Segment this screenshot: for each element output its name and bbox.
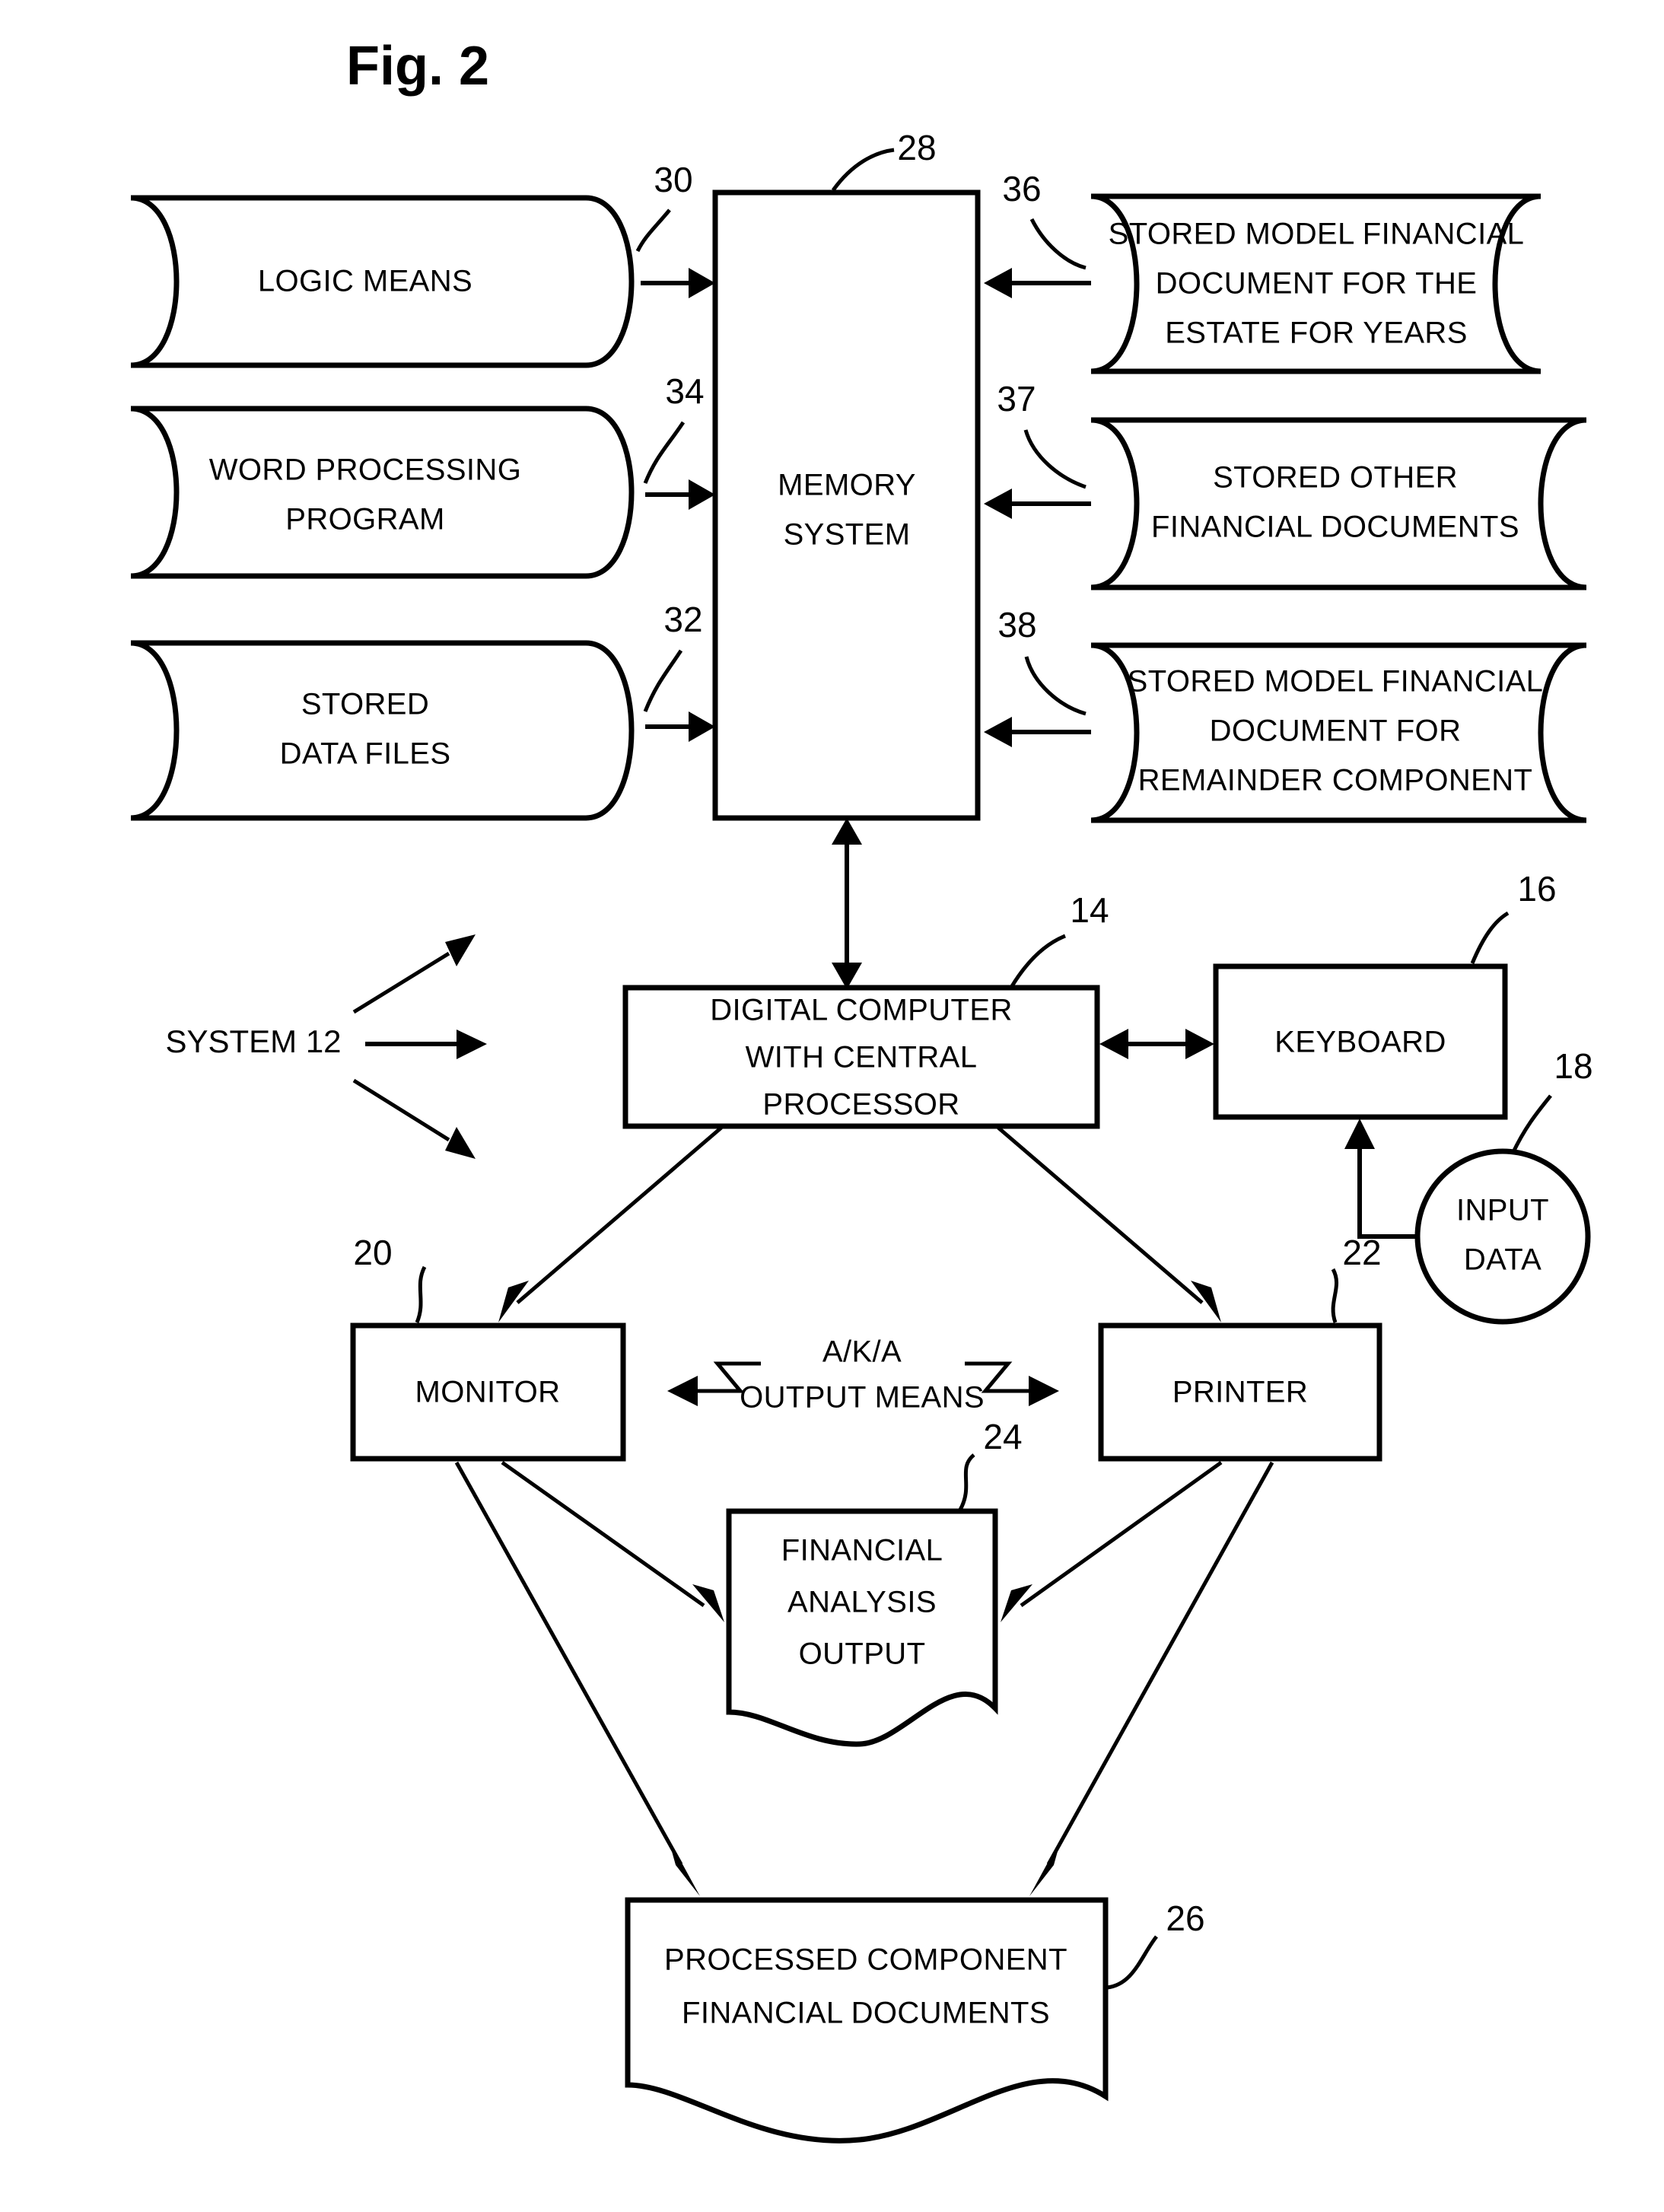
- financial-analysis-output-label-line2: ANALYSIS: [787, 1586, 937, 1619]
- printer-analysis-connector: [1020, 1460, 1223, 1608]
- monitor-label: MONITOR: [415, 1376, 561, 1409]
- digital-computer-label-line1: DIGITAL COMPUTER: [710, 994, 1013, 1027]
- digital-computer-label-line3: PROCESSOR: [762, 1088, 959, 1122]
- monitor-analysis-connector: [501, 1460, 705, 1608]
- stored-model-estate-label-line1: STORED MODEL FINANCIAL: [1109, 218, 1525, 251]
- word-processing-program-leader: [643, 421, 686, 484]
- logic-means-ref: 30: [654, 160, 692, 199]
- input-data-ref: 18: [1554, 1046, 1592, 1086]
- input-data-keyboard-arrowhead: [1344, 1119, 1375, 1149]
- stored-model-estate-ref: 36: [1002, 169, 1041, 208]
- computer-monitor-connector: [516, 1126, 723, 1304]
- logic-means-label: LOGIC MEANS: [258, 265, 472, 298]
- system-arrow-mid-head: [457, 1030, 487, 1059]
- processed-component-documents-label-line1: PROCESSED COMPONENT: [664, 1943, 1067, 1977]
- input-data-label-line2: DATA: [1464, 1243, 1542, 1277]
- stored-data-files-ref: 32: [663, 600, 702, 639]
- word-processing-program-arrowhead: [689, 479, 715, 510]
- system-arrow-up-line: [352, 951, 450, 1014]
- stored-data-files-leader: [643, 649, 683, 712]
- financial-analysis-output-ref: 24: [983, 1417, 1022, 1456]
- stored-model-estate-leader: [1029, 218, 1087, 270]
- stored-model-estate-label-line3: ESTATE FOR YEARS: [1165, 317, 1468, 350]
- digital-computer-ref: 14: [1070, 890, 1109, 930]
- stored-other-financial-documents-leader: [1023, 429, 1087, 489]
- printer-analysis-arrowhead: [1001, 1584, 1032, 1622]
- output-means-label-line2: OUTPUT MEANS: [740, 1381, 985, 1415]
- word-processing-program-shape: [130, 406, 635, 579]
- logic-means-arrowhead: [689, 268, 715, 298]
- input-data-leader: [1510, 1094, 1552, 1155]
- system-arrow-up-head: [445, 934, 476, 966]
- memory-system-shape: [712, 189, 981, 821]
- stored-model-remainder-label-line1: STORED MODEL FINANCIAL: [1128, 665, 1544, 699]
- system-arrow-down-head: [445, 1127, 476, 1159]
- digital-computer-label-line2: WITH CENTRAL: [746, 1041, 978, 1074]
- financial-analysis-output-label-line3: OUTPUT: [799, 1638, 926, 1671]
- word-processing-program-ref: 34: [665, 371, 704, 411]
- processed-component-documents-leader: [1106, 1935, 1158, 1990]
- stored-other-financial-documents-ref: 37: [997, 379, 1036, 419]
- logic-means-leader: [635, 208, 671, 253]
- system-12-label: SYSTEM 12: [165, 1023, 341, 1059]
- stored-model-remainder-leader: [1024, 656, 1087, 716]
- printer-processed-connector: [1046, 1461, 1274, 1866]
- memory-system-leader: [831, 148, 895, 192]
- stored-other-financial-documents-label-line2: FINANCIAL DOCUMENTS: [1151, 511, 1519, 544]
- output-means-right-arrowhead: [1029, 1376, 1059, 1406]
- financial-analysis-output-leader: [958, 1453, 975, 1511]
- stored-model-estate-arrowhead: [984, 268, 1012, 298]
- monitor-leader: [415, 1265, 427, 1323]
- stored-model-remainder-label-line2: DOCUMENT FOR: [1210, 715, 1462, 748]
- system-arrow-down-line: [352, 1078, 450, 1142]
- input-data-shape: [1414, 1148, 1591, 1325]
- stored-model-remainder-label-line3: REMAINDER COMPONENT: [1138, 764, 1533, 797]
- processed-component-documents-label-line2: FINANCIAL DOCUMENTS: [682, 1997, 1050, 2030]
- monitor-ref: 20: [353, 1233, 392, 1272]
- word-processing-program-label-line1: WORD PROCESSING: [209, 454, 521, 487]
- financial-analysis-output-label-line1: FINANCIAL: [781, 1534, 943, 1567]
- computer-keyboard-arrowhead-left: [1099, 1029, 1128, 1059]
- monitor-processed-arrowhead: [668, 1838, 700, 1896]
- computer-printer-connector: [997, 1126, 1204, 1304]
- word-processing-program-label-line2: PROGRAM: [285, 503, 444, 536]
- stored-model-estate-label-line2: DOCUMENT FOR THE: [1156, 267, 1478, 301]
- stored-data-files-label-line1: STORED: [301, 688, 429, 721]
- figure-title: Fig. 2: [346, 36, 489, 97]
- output-means-left-arrowhead: [667, 1376, 698, 1406]
- computer-monitor-arrowhead: [498, 1281, 529, 1322]
- stored-model-remainder-arrowhead: [984, 717, 1012, 747]
- stored-data-files-arrowhead: [689, 711, 715, 742]
- stored-other-financial-documents-shape: [1090, 417, 1587, 590]
- printer-leader: [1331, 1268, 1338, 1323]
- input-data-keyboard-connector: [1357, 1149, 1419, 1239]
- memory-computer-arrowhead-up: [832, 818, 862, 845]
- monitor-analysis-arrowhead: [692, 1584, 724, 1622]
- processed-component-documents-ref: 26: [1166, 1899, 1204, 1938]
- memory-system-label-line1: MEMORY: [778, 469, 916, 502]
- printer-ref: 22: [1342, 1233, 1381, 1272]
- computer-keyboard-arrowhead-right: [1185, 1029, 1214, 1059]
- patent-figure-page: Fig. 2 LOGIC MEANS 30 WORD PROCESSING PR…: [0, 0, 1664, 2212]
- system-block-diagram: Fig. 2 LOGIC MEANS 30 WORD PROCESSING PR…: [130, 36, 1593, 2144]
- printer-label: PRINTER: [1172, 1376, 1308, 1409]
- computer-printer-arrowhead: [1191, 1281, 1221, 1322]
- memory-system-ref: 28: [897, 128, 936, 167]
- output-means-label-line1: A/K/A: [822, 1335, 902, 1369]
- stored-other-financial-documents-arrowhead: [984, 489, 1012, 519]
- keyboard-ref: 16: [1517, 869, 1556, 909]
- stored-data-files-label-line2: DATA FILES: [280, 737, 451, 771]
- memory-system-label-line2: SYSTEM: [784, 518, 911, 552]
- keyboard-leader: [1470, 911, 1510, 964]
- stored-other-financial-documents-label-line1: STORED OTHER: [1213, 461, 1458, 495]
- keyboard-label: KEYBOARD: [1274, 1026, 1446, 1059]
- stored-model-remainder-ref: 38: [997, 605, 1036, 645]
- stored-data-files-shape: [130, 640, 635, 821]
- monitor-processed-connector: [454, 1461, 683, 1866]
- input-data-label-line1: INPUT: [1456, 1194, 1549, 1227]
- digital-computer-leader: [1010, 934, 1066, 988]
